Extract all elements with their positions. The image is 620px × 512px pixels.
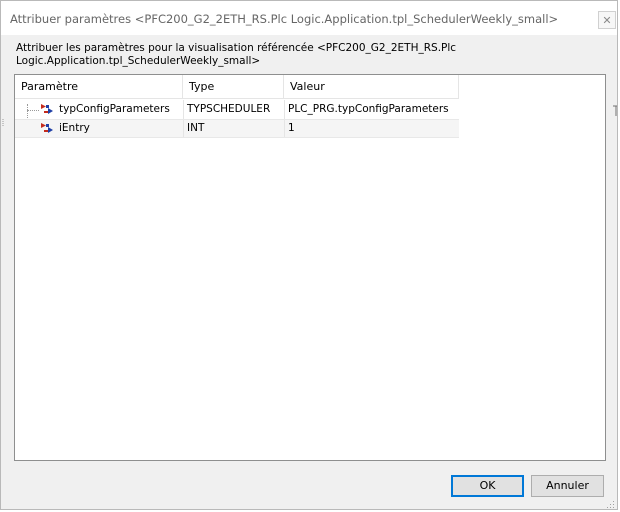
variable-icon [41,104,53,114]
left-edge-mark [2,119,4,127]
close-icon: ✕ [602,13,612,27]
parameter-name: iEntry [59,122,90,134]
parameter-value[interactable]: PLC_PRG.typConfigParameters [288,100,449,119]
variable-icon [41,123,53,133]
right-edge-mark [613,105,617,116]
resize-grip-icon[interactable] [605,499,615,509]
dialog-description: Attribuer les paramètres pour la visuali… [16,42,457,67]
title-bar[interactable]: Attribuer paramètres <PFC200_G2_2ETH_RS.… [1,1,617,35]
parameters-grid[interactable]: Paramètre Type Valeur typConfigParameter… [14,74,606,461]
parameter-type: INT [187,122,205,134]
close-button[interactable]: ✕ [598,11,616,29]
window-title: Attribuer paramètres <PFC200_G2_2ETH_RS.… [10,12,559,26]
assign-parameters-dialog: Attribuer paramètres <PFC200_G2_2ETH_RS.… [0,0,618,510]
ok-button[interactable]: OK [451,475,524,497]
column-header-parametre[interactable]: Paramètre [15,75,183,99]
column-header-valeur[interactable]: Valeur [284,75,459,99]
parameter-type: TYPSCHEDULER [187,103,271,115]
table-row[interactable]: typConfigParameters TYPSCHEDULER PLC_PRG… [15,100,459,119]
column-header-type[interactable]: Type [183,75,284,99]
parameter-value[interactable]: 1 [288,120,295,139]
table-row[interactable]: iEntry INT 1 [15,119,459,138]
parameter-name: typConfigParameters [59,103,170,115]
cancel-button[interactable]: Annuler [531,475,604,497]
